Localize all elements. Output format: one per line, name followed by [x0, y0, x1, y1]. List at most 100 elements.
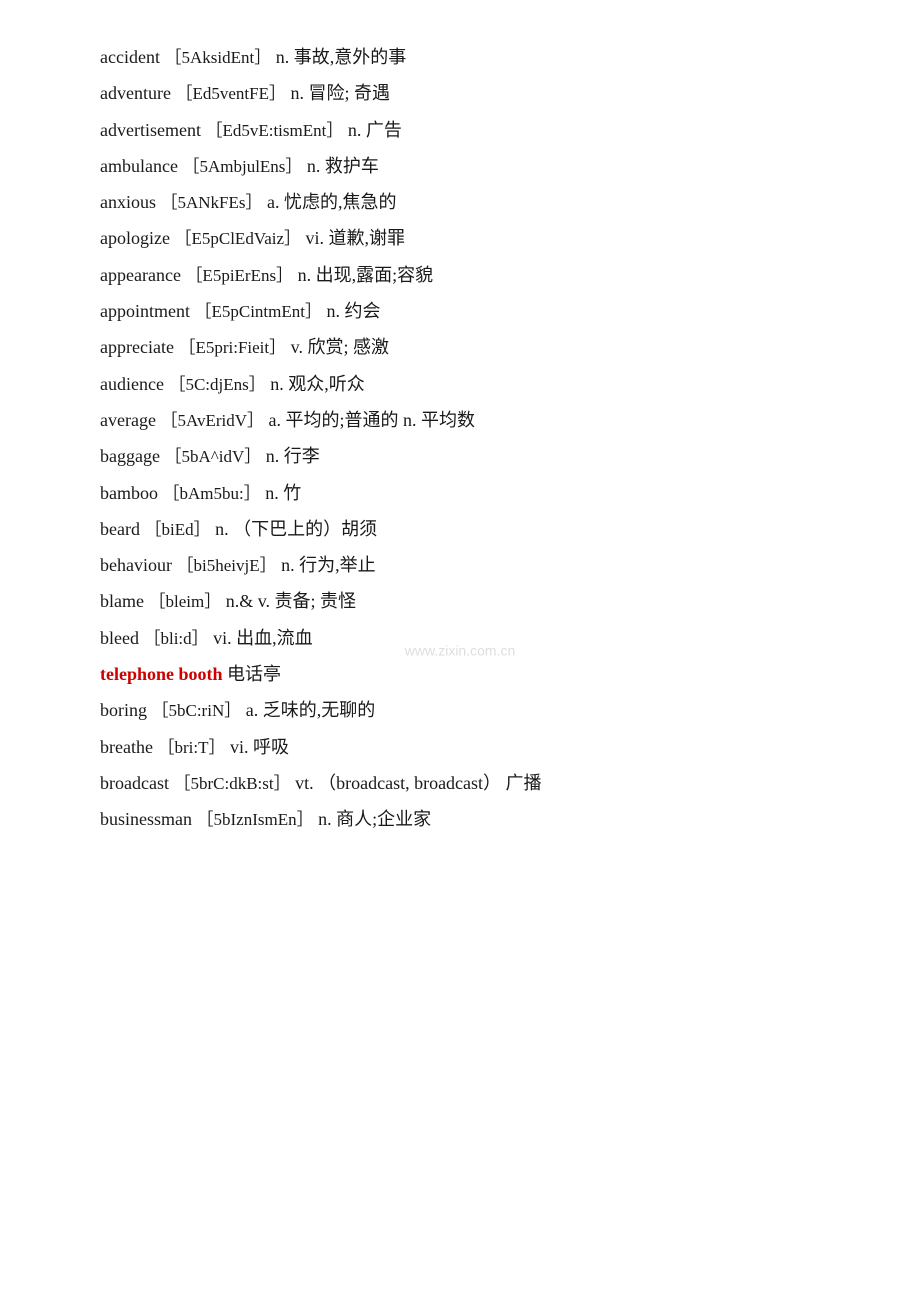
- list-item: telephone booth 电话亭: [100, 657, 840, 691]
- list-item: audience ［5C:djEns］ n. 观众,听众: [100, 367, 840, 401]
- headword: broadcast: [100, 773, 169, 793]
- definition-text: 呼吸: [248, 737, 289, 757]
- list-item: advertisement ［Ed5vE:tismEnt］ n. 广告: [100, 113, 840, 147]
- list-item: breathe ［bri:T］ vi. 呼吸: [100, 730, 840, 764]
- headword: average: [100, 410, 156, 430]
- pos: n.: [343, 120, 361, 140]
- phonetic: ［5bC:riN］: [152, 701, 242, 720]
- pos: vi.: [301, 228, 324, 248]
- headword: appreciate: [100, 337, 174, 357]
- headword: baggage: [100, 446, 160, 466]
- list-item: appreciate ［E5pri:Fieit］ v. 欣赏; 感激: [100, 330, 840, 364]
- list-item: baggage ［5bA^idV］ n. 行李: [100, 439, 840, 473]
- phonetic: ［5ANkFEs］: [161, 193, 263, 212]
- pos: vt.: [291, 773, 314, 793]
- definition-text: 平均的;普通的 n. 平均数: [281, 410, 475, 430]
- phonetic: ［bleim］: [148, 592, 221, 611]
- phonetic: ［E5pCintmEnt］: [194, 302, 322, 321]
- list-item: behaviour ［bi5heivjE］ n. 行为,举止: [100, 548, 840, 582]
- pos: n.: [261, 446, 279, 466]
- definition-text: 观众,听众: [284, 374, 365, 394]
- headword: ambulance: [100, 156, 178, 176]
- definition-text: 竹: [279, 483, 302, 503]
- pos: n.: [266, 374, 284, 394]
- headword: breathe: [100, 737, 153, 757]
- list-item: boring ［5bC:riN］ a. 乏味的,无聊的: [100, 693, 840, 727]
- phonetic: ［E5pClEdVaiz］: [174, 229, 301, 248]
- definition-text: 出血,流血: [232, 628, 313, 648]
- pos: vi.: [209, 628, 232, 648]
- definition-text: 责备; 责怪: [270, 591, 356, 611]
- phonetic: ［5AvEridV］: [160, 411, 264, 430]
- pos: n.: [302, 156, 320, 176]
- headword: accident: [100, 47, 160, 67]
- pos: n.: [271, 47, 289, 67]
- definition-text: 道歉,谢罪: [324, 228, 405, 248]
- headword: boring: [100, 700, 147, 720]
- list-item: beard ［biEd］ n. （下巴上的）胡须: [100, 512, 840, 546]
- definition-text: 救护车: [320, 156, 379, 176]
- definition-text: 欣赏; 感激: [303, 337, 389, 357]
- phonetic: ［5AmbjulEns］: [182, 157, 302, 176]
- definition-text: 行为,举止: [295, 555, 376, 575]
- phonetic: ［5brC:dkB:st］: [173, 774, 290, 793]
- pos: n.: [322, 301, 340, 321]
- pos: n.: [277, 555, 295, 575]
- pos: n.: [211, 519, 229, 539]
- phonetic: ［biEd］: [144, 520, 210, 539]
- definition-text: 冒险; 奇遇: [304, 83, 390, 103]
- list-item: anxious ［5ANkFEs］ a. 忧虑的,焦急的: [100, 185, 840, 219]
- phonetic: ［E5piErEns］: [185, 266, 293, 285]
- definition-text: 行李: [279, 446, 320, 466]
- pos: a.: [264, 410, 281, 430]
- headword: bamboo: [100, 483, 158, 503]
- phonetic: ［bi5heivjE］: [176, 556, 276, 575]
- pos: v.: [286, 337, 303, 357]
- pos: n.: [293, 265, 311, 285]
- definition-text: 乏味的,无聊的: [258, 700, 375, 720]
- pos: n.: [261, 483, 279, 503]
- definition-text: （broadcast, broadcast） 广播: [314, 773, 542, 793]
- phonetic: ［E5pri:Fieit］: [178, 338, 286, 357]
- headword: audience: [100, 374, 164, 394]
- phonetic: ［Ed5ventFE］: [175, 84, 286, 103]
- list-item: broadcast ［5brC:dkB:st］ vt. （broadcast, …: [100, 766, 840, 800]
- headword: behaviour: [100, 555, 172, 575]
- pos: vi.: [225, 737, 248, 757]
- headword: apologize: [100, 228, 170, 248]
- definition-text: 忧虑的,焦急的: [280, 192, 397, 212]
- list-item: bleed ［bli:d］ vi. 出血,流血: [100, 621, 840, 655]
- phonetic: ［bri:T］: [157, 738, 225, 757]
- phonetic: ［Ed5vE:tismEnt］: [205, 121, 343, 140]
- pos: n.: [286, 83, 304, 103]
- list-item: average ［5AvEridV］ a. 平均的;普通的 n. 平均数: [100, 403, 840, 437]
- headword: bleed: [100, 628, 139, 648]
- headword: appointment: [100, 301, 190, 321]
- headword: anxious: [100, 192, 156, 212]
- phonetic: ［bAm5bu:］: [163, 484, 261, 503]
- headword: businessman: [100, 809, 192, 829]
- definition-text: 广告: [361, 120, 402, 140]
- list-item: apologize ［E5pClEdVaiz］ vi. 道歉,谢罪: [100, 221, 840, 255]
- phonetic: ［5AksidEnt］: [164, 48, 271, 67]
- list-item: ambulance ［5AmbjulEns］ n. 救护车: [100, 149, 840, 183]
- headword: blame: [100, 591, 144, 611]
- headword: advertisement: [100, 120, 201, 140]
- list-item: bamboo ［bAm5bu:］ n. 竹: [100, 476, 840, 510]
- highlighted-word: telephone booth: [100, 664, 223, 684]
- definition-text: 出现,露面;容貌: [311, 265, 433, 285]
- phonetic: ［5bIznIsmEn］: [197, 810, 314, 829]
- list-item: appearance ［E5piErEns］ n. 出现,露面;容貌: [100, 258, 840, 292]
- pos: n.& v.: [221, 591, 270, 611]
- list-item: businessman ［5bIznIsmEn］ n. 商人;企业家: [100, 802, 840, 836]
- definition-text: 事故,意外的事: [289, 47, 406, 67]
- definition-text: 约会: [340, 301, 381, 321]
- list-item: blame ［bleim］ n.& v. 责备; 责怪: [100, 584, 840, 618]
- pos: a.: [241, 700, 258, 720]
- word-list: accident ［5AksidEnt］ n. 事故,意外的事adventure…: [100, 40, 840, 836]
- pos: a.: [263, 192, 280, 212]
- definition-text: （下巴上的）胡须: [229, 519, 378, 539]
- phonetic: ［bli:d］: [143, 629, 208, 648]
- phonetic: ［5bA^idV］: [164, 447, 261, 466]
- headword: appearance: [100, 265, 181, 285]
